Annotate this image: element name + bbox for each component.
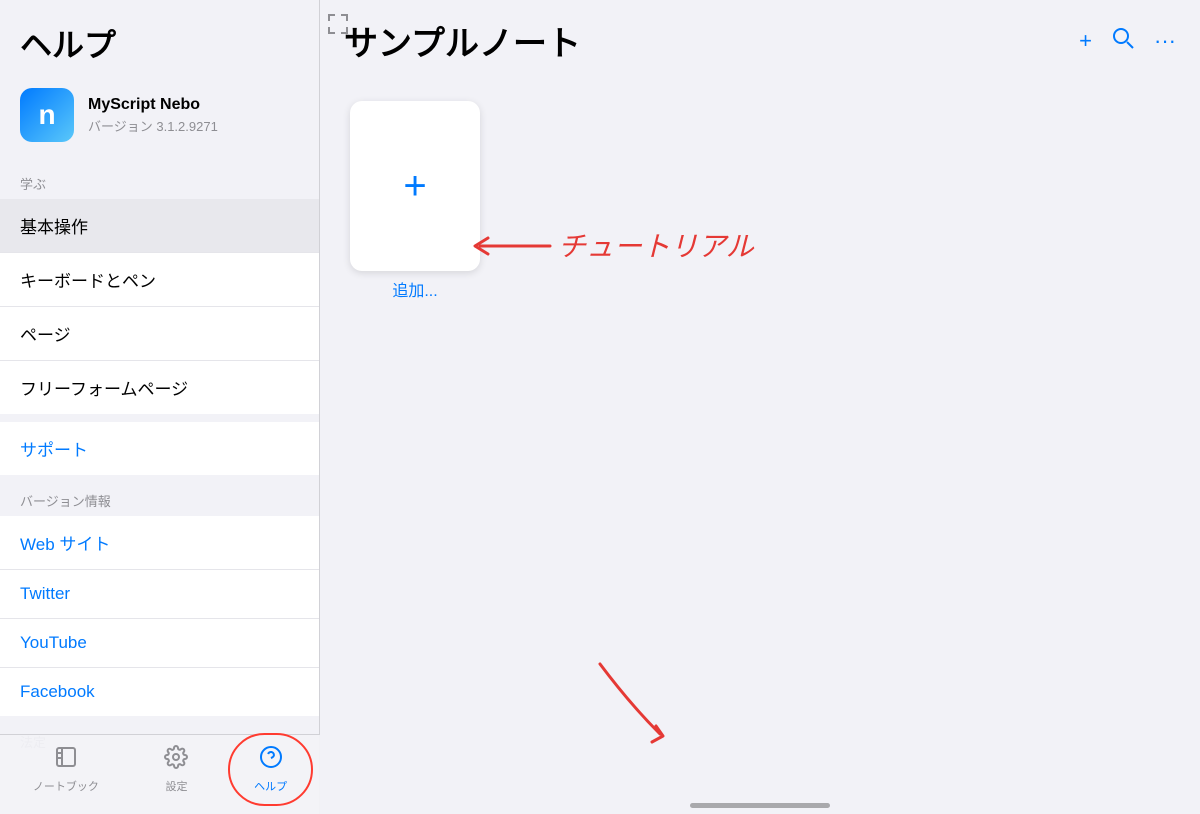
menu-item-basics[interactable]: 基本操作 [0,199,319,253]
app-details: MyScript Nebo バージョン 3.1.2.9271 [88,96,218,135]
notebook-card-wrapper: + 追加... [350,101,480,271]
search-button[interactable] [1112,27,1134,55]
menu-item-facebook[interactable]: Facebook [0,668,319,716]
app-name: MyScript Nebo [88,96,218,114]
learn-section-label: 学ぶ [0,158,319,199]
home-indicator [690,803,830,808]
expand-icon[interactable] [328,14,348,39]
version-menu-group: Web サイト Twitter YouTube Facebook [0,516,319,716]
main-header: サンプルノート + ··· [320,0,1200,81]
notebook-tab-label: ノートブック [33,778,99,794]
sidebar-content: ヘルプ n MyScript Nebo バージョン 3.1.2.9271 学ぶ … [0,0,319,814]
app-version: バージョン 3.1.2.9271 [88,116,218,135]
tab-notebook[interactable]: ノートブック [21,739,111,800]
version-section-label: バージョン情報 [0,475,319,516]
menu-item-web[interactable]: Web サイト [0,516,319,570]
settings-tab-label: 設定 [165,778,187,794]
settings-icon [164,745,188,775]
menu-item-freeform[interactable]: フリーフォームページ [0,361,319,414]
app-icon: n [20,88,74,142]
main-content: サンプルノート + ··· + 追加... [320,0,1200,814]
notebook-card[interactable]: + [350,101,480,271]
add-label[interactable]: 追加... [392,277,437,301]
learn-menu-group: 基本操作 キーボードとペン ページ フリーフォームページ [0,199,319,414]
help-tab-label: ヘルプ [254,778,287,794]
svg-text:チュートリアル: チュートリアル [558,231,755,262]
notebook-icon [54,745,78,775]
main-title: サンプルノート [344,16,581,65]
add-button[interactable]: + [1079,28,1092,54]
menu-item-twitter[interactable]: Twitter [0,570,319,619]
support-menu-group: サポート [0,422,319,475]
app-icon-letter: n [38,99,55,131]
notebook-plus-icon: + [403,166,426,206]
menu-item-keyboard[interactable]: キーボードとペン [0,253,319,307]
tutorial-annotation: チュートリアル [470,201,790,291]
header-actions: + ··· [1079,27,1176,55]
sidebar-title: ヘルプ [0,0,319,76]
more-button[interactable]: ··· [1154,28,1176,54]
app-info: n MyScript Nebo バージョン 3.1.2.9271 [0,76,319,158]
sidebar: ヘルプ n MyScript Nebo バージョン 3.1.2.9271 学ぶ … [0,0,320,814]
menu-item-support[interactable]: サポート [0,422,319,475]
tab-bar: ノートブック 設定 [0,734,320,814]
app-container: ヘルプ n MyScript Nebo バージョン 3.1.2.9271 学ぶ … [0,0,1200,814]
tab-settings[interactable]: 設定 [152,739,200,800]
menu-item-page[interactable]: ページ [0,307,319,361]
notebook-area: + 追加... チュートリアル [320,81,1200,814]
menu-item-youtube[interactable]: YouTube [0,619,319,668]
tab-help[interactable]: ヘルプ [242,739,299,800]
help-icon [259,745,283,775]
